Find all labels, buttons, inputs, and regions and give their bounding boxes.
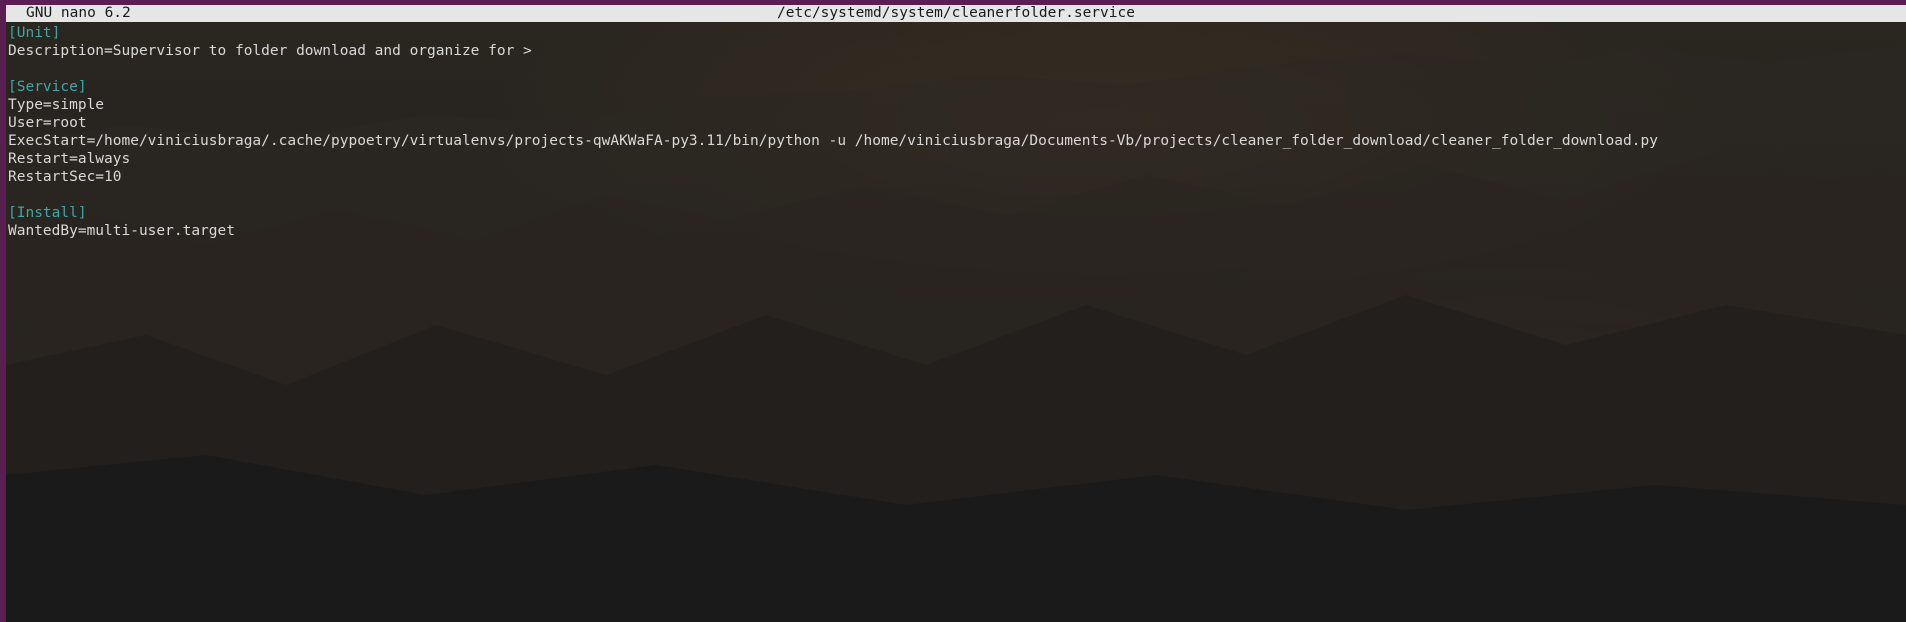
editor-line-description: Description=Supervisor to folder downloa… (8, 43, 532, 59)
app-version-label: GNU nano 6.2 (26, 5, 131, 21)
editor-line-restartsec: RestartSec=10 (8, 169, 122, 185)
editor-line-section-install: [Install] (8, 205, 87, 221)
editor-line-restart: Restart=always (8, 151, 131, 167)
editor-line-type: Type=simple (8, 97, 105, 113)
nano-title-bar: /etc/systemd/system/cleanerfolder.servic… (6, 5, 1906, 22)
editor-line-user: User=root (8, 115, 87, 131)
editor-line-section-service: [Service] (8, 79, 87, 95)
terminal-window[interactable]: /etc/systemd/system/cleanerfolder.servic… (0, 0, 1906, 622)
editor-line-execstart: ExecStart=/home/viniciusbraga/.cache/pyp… (8, 133, 1658, 149)
editor-line-wantedby: WantedBy=multi-user.target (8, 223, 235, 239)
editor-line-blank (8, 186, 1658, 204)
editor-line-blank (8, 60, 1658, 78)
file-path-title: /etc/systemd/system/cleanerfolder.servic… (777, 5, 1135, 21)
editor-text-area[interactable]: [Unit] Description=Supervisor to folder … (8, 24, 1658, 240)
editor-line-section-unit: [Unit] (8, 25, 61, 41)
